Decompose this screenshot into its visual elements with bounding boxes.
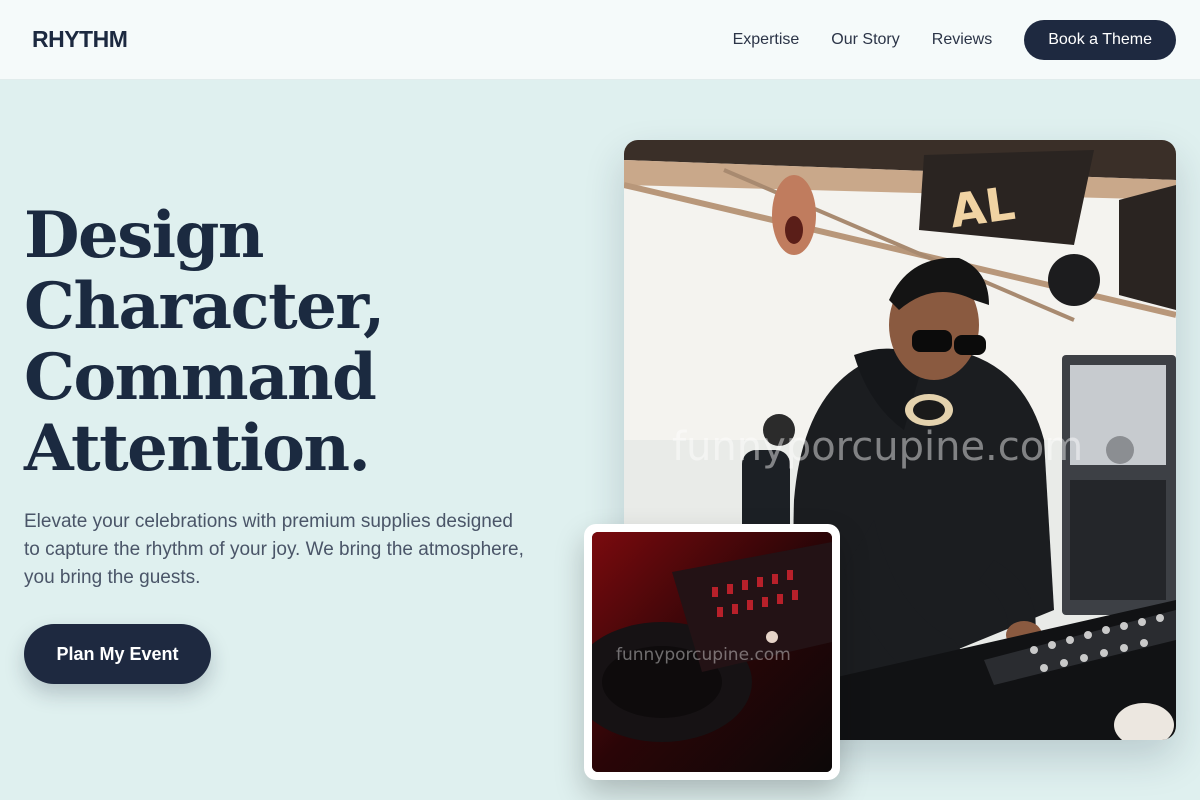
- main-photo-watermark: funnyporcupine.com: [672, 424, 1083, 470]
- svg-text:AL: AL: [946, 176, 1018, 239]
- headline-line: Command: [24, 340, 377, 415]
- site-header: RHYTHM Expertise Our Story Reviews Book …: [0, 0, 1200, 80]
- nav-link-reviews[interactable]: Reviews: [932, 31, 992, 49]
- headline-line: Character,: [24, 269, 385, 344]
- brand-logo[interactable]: RHYTHM: [24, 22, 135, 57]
- mixer-photo-card: funnyporcupine.com: [584, 524, 840, 780]
- plan-event-button[interactable]: Plan My Event: [24, 624, 211, 684]
- hero-description: Elevate your celebrations with premium s…: [24, 511, 524, 588]
- inset-photo-watermark: funnyporcupine.com: [616, 645, 791, 665]
- main-nav: Expertise Our Story Reviews Book a Theme: [701, 19, 1176, 60]
- mixer-photo-illustration: funnyporcupine.com: [592, 532, 832, 772]
- hero-headline: Design Character, Command Attention.: [24, 200, 584, 484]
- mixer-photo: funnyporcupine.com: [592, 532, 832, 772]
- headline-line: Design: [24, 198, 264, 273]
- headline-line: Attention.: [24, 411, 371, 486]
- nav-link-our-story[interactable]: Our Story: [831, 31, 899, 49]
- nav-link-expertise[interactable]: Expertise: [733, 31, 800, 49]
- book-theme-button[interactable]: Book a Theme: [1024, 19, 1176, 60]
